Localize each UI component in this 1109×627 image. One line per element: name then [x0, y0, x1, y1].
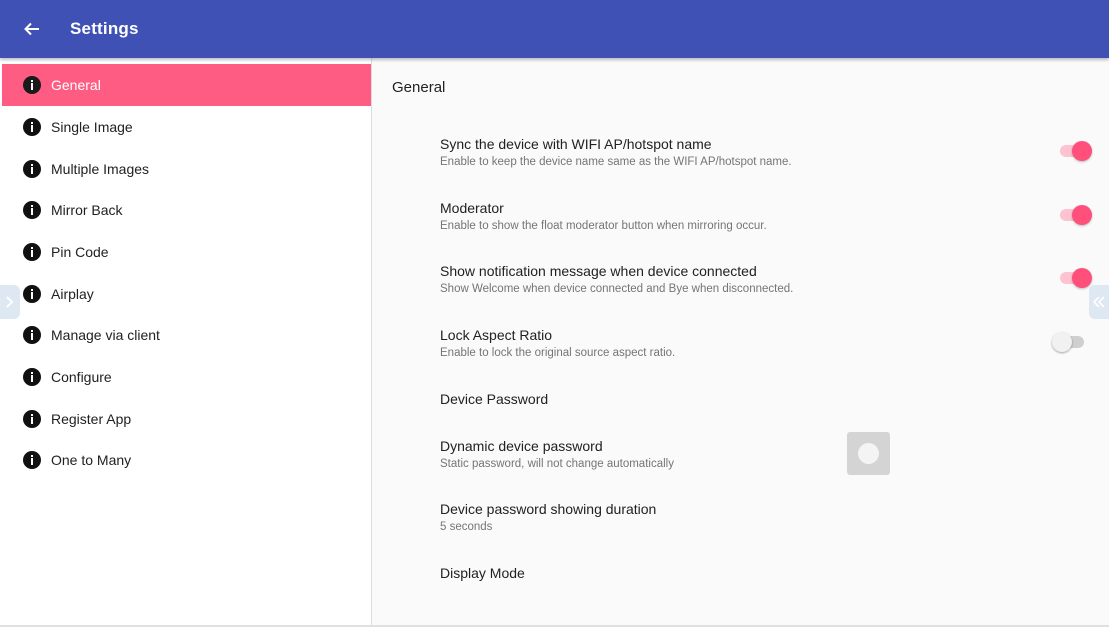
pref-title: Dynamic device password — [440, 438, 603, 454]
sidebar: General Single Image Multiple Images Mir… — [0, 58, 372, 627]
info-icon — [23, 243, 41, 261]
pref-title: Device Password — [440, 391, 549, 407]
sync-wifi-name-switch[interactable] — [1058, 141, 1092, 161]
sidebar-item-label: Single Image — [51, 119, 133, 135]
switch-thumb — [1072, 205, 1092, 225]
sidebar-item-label: One to Many — [51, 452, 132, 468]
left-edge-handle[interactable] — [0, 285, 20, 319]
right-edge-handle[interactable] — [1089, 285, 1109, 319]
info-icon — [23, 410, 41, 428]
sidebar-item-one-to-many[interactable]: One to Many — [2, 439, 371, 481]
sidebar-item-label: General — [51, 77, 101, 93]
info-icon — [23, 76, 41, 94]
pref-title: Lock Aspect Ratio — [440, 327, 553, 343]
arrow-left-icon — [24, 22, 39, 36]
sidebar-item-register-app[interactable]: Register App — [2, 398, 371, 440]
settings-panel: General Sync the device with WIFI AP/hot… — [372, 58, 1109, 627]
sidebar-item-configure[interactable]: Configure — [2, 356, 371, 398]
sidebar-item-single-image[interactable]: Single Image — [2, 106, 371, 148]
info-icon — [23, 451, 41, 469]
info-icon — [23, 160, 41, 178]
pref-title: Moderator — [440, 200, 504, 216]
sidebar-item-general[interactable]: General — [2, 64, 371, 106]
info-icon — [23, 285, 41, 303]
chevron-left-icon — [1093, 296, 1105, 308]
sidebar-item-label: Configure — [51, 369, 112, 385]
dynamic-password-toggle-button[interactable] — [847, 432, 890, 475]
sidebar-item-label: Pin Code — [51, 244, 109, 260]
section-title: General — [392, 79, 446, 96]
back-button[interactable] — [18, 15, 46, 43]
pref-subtitle: Static password, will not change automat… — [440, 458, 674, 470]
info-icon — [23, 118, 41, 136]
sidebar-item-multiple-images[interactable]: Multiple Images — [2, 148, 371, 190]
pref-subtitle: Enable to show the float moderator butto… — [440, 220, 767, 232]
info-icon — [23, 201, 41, 219]
sidebar-item-label: Mirror Back — [51, 202, 123, 218]
pref-subtitle: Show Welcome when device connected and B… — [440, 283, 794, 295]
show-notification-switch[interactable] — [1058, 268, 1092, 288]
pref-device-password[interactable]: Device Password — [440, 391, 1040, 407]
pref-title: Device password showing duration — [440, 501, 657, 517]
pref-sync-wifi-name[interactable]: Sync the device with WIFI AP/hotspot nam… — [440, 136, 1040, 168]
pref-title: Sync the device with WIFI AP/hotspot nam… — [440, 136, 712, 152]
sidebar-item-label: Airplay — [51, 286, 94, 302]
sidebar-item-airplay[interactable]: Airplay — [2, 273, 371, 315]
app-bar: Settings — [0, 0, 1109, 58]
lock-aspect-ratio-switch[interactable] — [1052, 332, 1088, 352]
sidebar-item-label: Register App — [51, 411, 132, 427]
pref-moderator[interactable]: Moderator Enable to show the float moder… — [440, 200, 1040, 232]
sidebar-item-pin-code[interactable]: Pin Code — [2, 231, 371, 273]
chevron-right-icon — [6, 296, 14, 308]
info-icon — [23, 368, 41, 386]
info-icon — [23, 326, 41, 344]
pref-title: Show notification message when device co… — [440, 263, 757, 279]
sidebar-item-manage-via-client[interactable]: Manage via client — [2, 314, 371, 356]
switch-thumb — [1052, 332, 1072, 352]
page-title: Settings — [70, 19, 139, 38]
sidebar-item-label: Multiple Images — [51, 161, 150, 177]
pref-dynamic-device-password[interactable]: Dynamic device password Static password,… — [440, 438, 840, 470]
pref-subtitle: Enable to keep the device name same as t… — [440, 156, 792, 168]
pref-title: Display Mode — [440, 565, 525, 581]
sidebar-item-label: Manage via client — [51, 327, 160, 343]
switch-thumb — [1072, 268, 1092, 288]
sidebar-item-mirror-back[interactable]: Mirror Back — [2, 189, 371, 231]
pref-password-showing-duration[interactable]: Device password showing duration 5 secon… — [440, 501, 1040, 533]
pref-subtitle: 5 seconds — [440, 521, 493, 533]
circle-icon — [858, 443, 879, 464]
switch-thumb — [1072, 141, 1092, 161]
pref-display-mode[interactable]: Display Mode — [440, 565, 1040, 581]
pref-subtitle: Enable to lock the original source aspec… — [440, 347, 676, 359]
moderator-switch[interactable] — [1058, 205, 1092, 225]
pref-lock-aspect-ratio[interactable]: Lock Aspect Ratio Enable to lock the ori… — [440, 327, 1040, 359]
pref-show-notification[interactable]: Show notification message when device co… — [440, 263, 1040, 295]
